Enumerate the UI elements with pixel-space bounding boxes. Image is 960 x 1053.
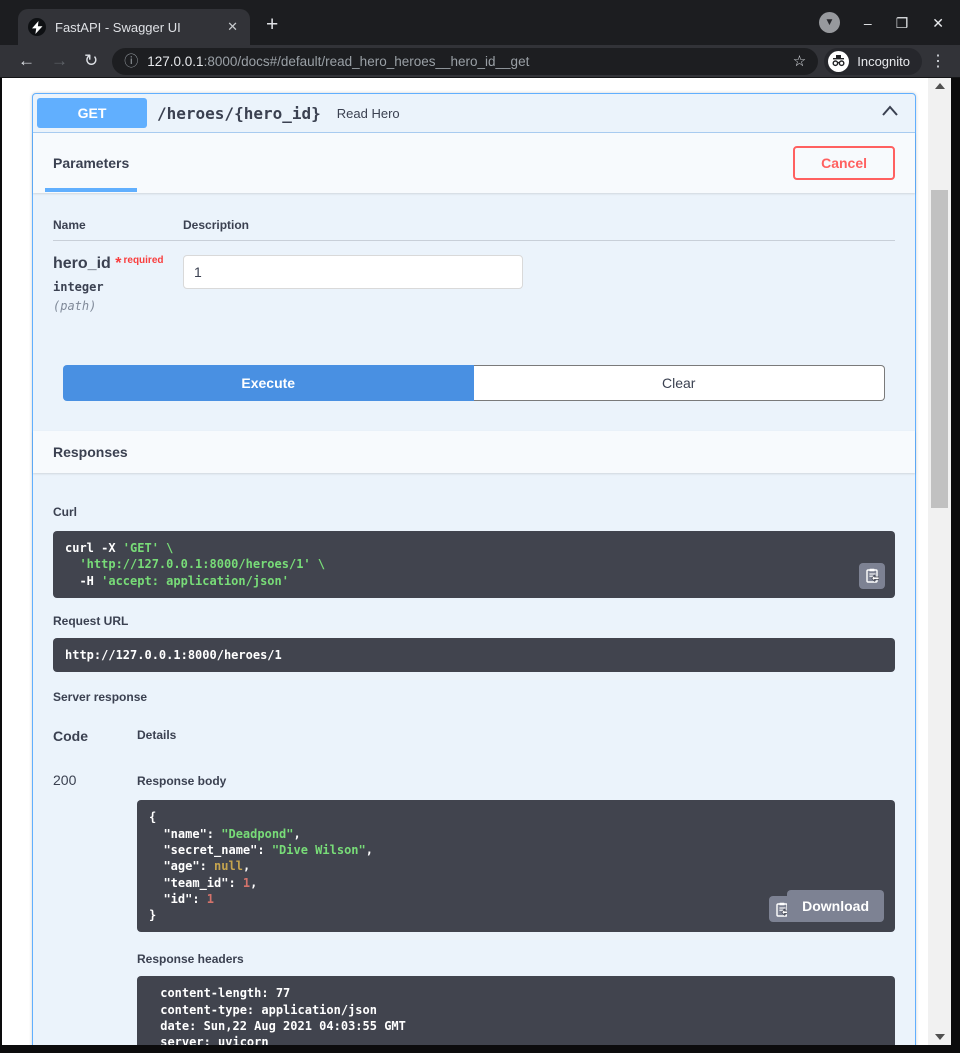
url-host: 127.0.0.1: [147, 54, 203, 69]
required-asterisk: *: [115, 255, 121, 272]
tab-title: FastAPI - Swagger UI: [55, 20, 216, 35]
required-label: required: [123, 255, 163, 266]
server-response-table-header: Code Details: [53, 728, 895, 744]
browser-chrome: FastAPI - Swagger UI ✕ + ▼ – ❐ ✕ ← → ↻ ⓘ…: [0, 0, 960, 78]
site-info-icon[interactable]: ⓘ: [124, 51, 138, 71]
parameters-table-header: Name Description: [53, 218, 895, 241]
parameter-name-text: hero_id: [53, 255, 111, 272]
parameters-table: Name Description hero_id *required integ…: [33, 193, 915, 313]
execute-wrapper: Execute Clear: [33, 365, 915, 431]
url-text[interactable]: 127.0.0.1:8000/docs#/default/read_hero_h…: [147, 54, 784, 69]
reload-icon[interactable]: ↻: [76, 51, 106, 71]
parameters-tab[interactable]: Parameters: [53, 155, 129, 171]
responses-content: Curl curl -X 'GET' \ 'http://127.0.0.1:8…: [33, 473, 915, 1045]
curl-command: curl -X 'GET' \ 'http://127.0.0.1:8000/h…: [53, 531, 895, 598]
tab-search-icon[interactable]: ▼: [819, 12, 840, 33]
fastapi-favicon-icon: [28, 18, 46, 36]
page-scrollbar[interactable]: [928, 78, 951, 1045]
browser-window: FastAPI - Swagger UI ✕ + ▼ – ❐ ✕ ← → ↻ ⓘ…: [0, 0, 960, 1053]
curl-copy-button[interactable]: [859, 563, 885, 589]
server-response-label: Server response: [53, 690, 895, 704]
browser-menu-icon[interactable]: ⋮: [926, 51, 950, 71]
window-controls: ▼ – ❐ ✕: [819, 12, 944, 33]
opblock-get-read-hero: GET /heroes/{hero_id} Read Hero Paramete…: [32, 93, 916, 1045]
new-tab-button[interactable]: +: [266, 14, 278, 35]
execute-button[interactable]: Execute: [63, 365, 474, 401]
column-name: Name: [53, 218, 183, 232]
parameter-type: integer: [53, 280, 183, 294]
parameter-row: hero_id *required integer (path): [53, 241, 895, 313]
request-url-value: http://127.0.0.1:8000/heroes/1: [53, 638, 895, 672]
parameters-section-header: Parameters Cancel: [33, 133, 915, 193]
clear-button[interactable]: Clear: [474, 365, 886, 401]
back-icon[interactable]: ←: [10, 51, 43, 71]
response-body-label: Response body: [137, 774, 226, 788]
scrollbar-thumb[interactable]: [931, 190, 948, 508]
incognito-icon: [828, 51, 849, 72]
parameter-location: (path): [53, 299, 183, 313]
column-description: Description: [183, 218, 249, 232]
http-method-badge: GET: [37, 98, 147, 128]
window-close-button[interactable]: ✕: [932, 13, 944, 33]
tab-strip: FastAPI - Swagger UI ✕ + ▼ – ❐ ✕: [0, 0, 960, 45]
endpoint-summary: Read Hero: [337, 106, 400, 121]
download-button[interactable]: Download: [787, 890, 884, 922]
status-code: 200: [53, 772, 137, 1045]
curl-label: Curl: [53, 505, 77, 519]
column-code: Code: [53, 728, 137, 744]
forward-icon[interactable]: →: [43, 51, 76, 71]
incognito-badge: Incognito: [824, 48, 922, 75]
parameter-name: hero_id *required: [53, 255, 183, 273]
collapse-chevron-icon[interactable]: [869, 98, 911, 128]
response-detail: Response body { "name": "Deadpond", "sec…: [137, 772, 895, 1045]
maximize-button[interactable]: ❐: [896, 13, 909, 33]
column-details: Details: [137, 728, 176, 744]
browser-toolbar: ← → ↻ ⓘ 127.0.0.1:8000/docs#/default/rea…: [0, 45, 960, 78]
server-response-row: 200 Response body { "name": "Deadpond", …: [53, 772, 895, 1045]
incognito-label: Incognito: [857, 54, 910, 69]
bookmark-star-icon[interactable]: ☆: [793, 52, 806, 70]
minimize-button[interactable]: –: [864, 13, 872, 33]
opblock-summary[interactable]: GET /heroes/{hero_id} Read Hero: [33, 94, 915, 133]
response-headers: content-length: 77 content-type: applica…: [137, 976, 895, 1045]
active-tab-indicator: [45, 188, 137, 192]
parameter-meta: hero_id *required integer (path): [53, 255, 183, 313]
browser-tab[interactable]: FastAPI - Swagger UI ✕: [18, 9, 250, 45]
hero-id-input[interactable]: [183, 255, 523, 289]
tab-close-icon[interactable]: ✕: [225, 19, 240, 35]
url-bar[interactable]: ⓘ 127.0.0.1:8000/docs#/default/read_hero…: [112, 48, 818, 75]
url-path: :8000/docs#/default/read_hero_heroes__he…: [204, 54, 530, 69]
scroll-down-arrow[interactable]: [928, 1029, 951, 1045]
cancel-button[interactable]: Cancel: [793, 146, 895, 180]
request-url-label: Request URL: [53, 614, 895, 628]
responses-section-header: Responses: [33, 431, 915, 473]
page-content: GET /heroes/{hero_id} Read Hero Paramete…: [2, 78, 928, 1045]
parameter-value-cell: [183, 255, 523, 313]
responses-title: Responses: [53, 444, 128, 460]
endpoint-path: /heroes/{hero_id}: [157, 104, 321, 123]
response-headers-label: Response headers: [137, 952, 895, 966]
scroll-up-arrow[interactable]: [928, 78, 951, 94]
response-body: { "name": "Deadpond", "secret_name": "Di…: [137, 800, 895, 932]
